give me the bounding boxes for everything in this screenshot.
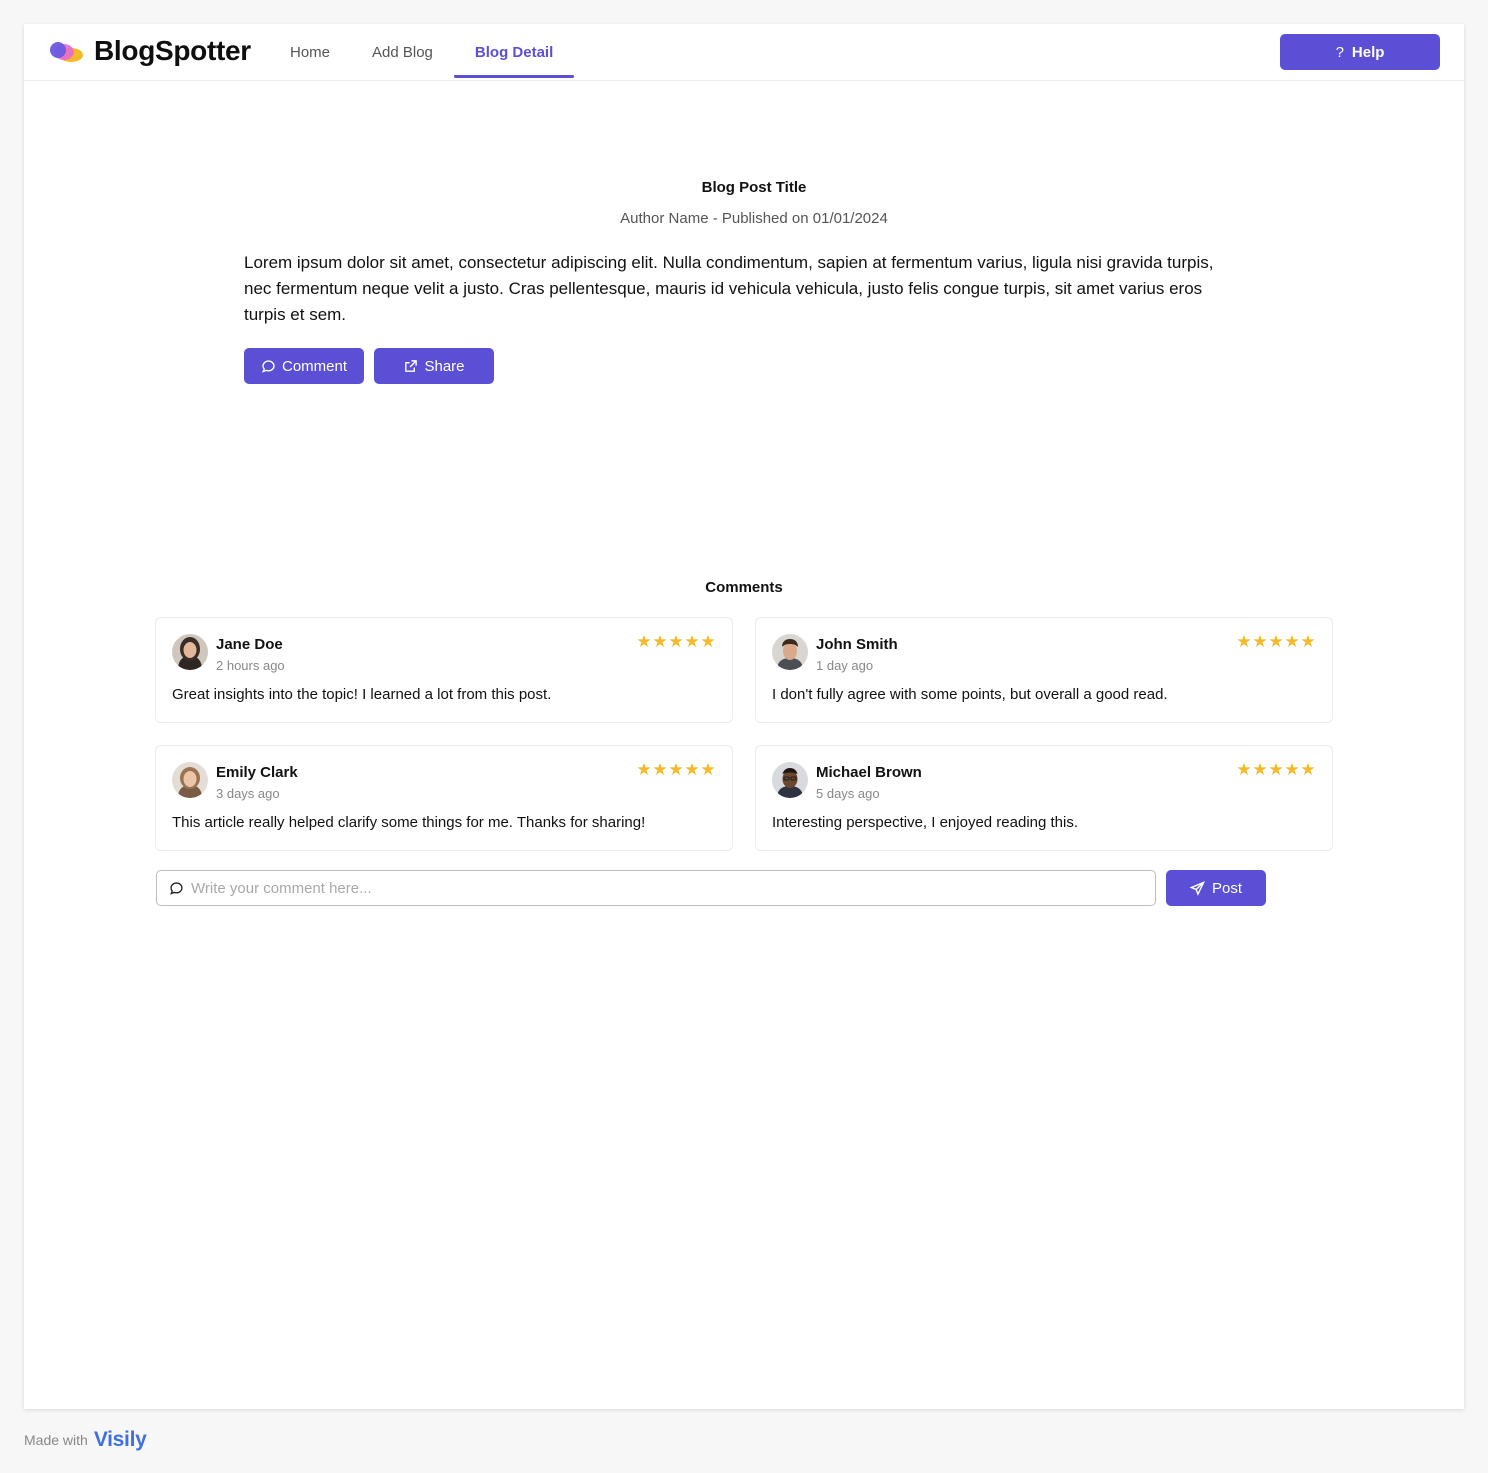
star-icon: ★ bbox=[1252, 760, 1268, 779]
comment-time: 1 day ago bbox=[816, 658, 874, 673]
comment-bubble-icon bbox=[262, 359, 275, 373]
star-icon: ★ bbox=[700, 760, 716, 779]
brand-logo-icon bbox=[50, 42, 83, 62]
comment-composer bbox=[156, 870, 1156, 906]
comment-card: Emily Clark 3 days ago ★ ★ ★ ★ ★ This articl… bbox=[155, 745, 733, 851]
star-icon: ★ bbox=[668, 632, 684, 651]
star-icon: ★ bbox=[636, 632, 652, 651]
star-icon: ★ bbox=[684, 760, 700, 779]
comment-time: 3 days ago bbox=[216, 786, 280, 801]
tab-blog-detail[interactable]: Blog Detail bbox=[453, 24, 575, 81]
post-button-label: Post bbox=[1211, 879, 1242, 897]
star-icon: ★ bbox=[1300, 632, 1316, 651]
post-meta: Author Name - Published on 01/01/2024 bbox=[620, 210, 888, 227]
comment-author: Emily Clark bbox=[216, 764, 298, 781]
star-icon: ★ bbox=[652, 632, 668, 651]
rating-stars: ★ ★ ★ ★ ★ bbox=[1236, 761, 1316, 779]
star-icon: ★ bbox=[1300, 760, 1316, 779]
comment-author: Jane Doe bbox=[216, 636, 283, 653]
comment-input[interactable] bbox=[191, 871, 1141, 905]
top-navigation-bar: BlogSpotter Home Add Blog Blog Detail ? … bbox=[24, 24, 1464, 81]
rating-stars: ★ ★ ★ ★ ★ bbox=[1236, 633, 1316, 651]
comment-button-label: Comment bbox=[281, 357, 348, 375]
star-icon: ★ bbox=[1268, 760, 1284, 779]
tab-add-blog[interactable]: Add Blog bbox=[351, 24, 454, 81]
avatar bbox=[772, 762, 808, 798]
comment-card: Jane Doe 2 hours ago ★ ★ ★ ★ ★ Great insight… bbox=[155, 617, 733, 723]
comment-text: Interesting perspective, I enjoyed readi… bbox=[772, 814, 1079, 831]
star-icon: ★ bbox=[1284, 632, 1300, 651]
comments-heading: Comments bbox=[705, 579, 783, 596]
star-icon: ★ bbox=[1236, 632, 1252, 651]
tab-home[interactable]: Home bbox=[269, 24, 351, 81]
post-body: Lorem ipsum dolor sit amet, consectetur … bbox=[244, 253, 1214, 324]
post-title: Blog Post Title bbox=[701, 179, 807, 196]
comment-time: 2 hours ago bbox=[216, 658, 285, 673]
comment-time: 5 days ago bbox=[816, 786, 880, 801]
comment-card: Michael Brown 5 days ago ★ ★ ★ ★ ★ Interesti… bbox=[755, 745, 1333, 851]
brand-name[interactable]: BlogSpotter bbox=[94, 35, 251, 67]
share-button-label: Share bbox=[424, 357, 465, 375]
made-with-label: Made with bbox=[24, 1432, 88, 1448]
made-with-badge[interactable]: Made with Visily bbox=[24, 1428, 147, 1452]
comment-author: Michael Brown bbox=[816, 764, 922, 781]
star-icon: ★ bbox=[1284, 760, 1300, 779]
post-comment-button[interactable]: Post bbox=[1166, 870, 1266, 906]
star-icon: ★ bbox=[1252, 632, 1268, 651]
comment-button[interactable]: Comment bbox=[244, 348, 364, 384]
star-icon: ★ bbox=[1236, 760, 1252, 779]
share-button[interactable]: Share bbox=[374, 348, 494, 384]
star-icon: ★ bbox=[668, 760, 684, 779]
share-icon bbox=[405, 359, 418, 372]
rating-stars: ★ ★ ★ ★ ★ bbox=[636, 633, 716, 651]
post-actions: Comment Share bbox=[244, 348, 494, 384]
question-icon: ? bbox=[1335, 43, 1344, 61]
avatar bbox=[172, 634, 208, 670]
comment-author: John Smith bbox=[816, 636, 898, 653]
avatar bbox=[172, 762, 208, 798]
app-frame: BlogSpotter Home Add Blog Blog Detail ? … bbox=[24, 24, 1464, 1409]
help-label: Help bbox=[1351, 43, 1385, 61]
send-icon bbox=[1189, 880, 1205, 896]
star-icon: ★ bbox=[652, 760, 668, 779]
comment-card: John Smith 1 day ago ★ ★ ★ ★ ★ I don't fully… bbox=[755, 617, 1333, 723]
comment-text: I don't fully agree with some points, bu… bbox=[772, 686, 1168, 703]
comment-bubble-icon bbox=[170, 882, 183, 895]
star-icon: ★ bbox=[684, 632, 700, 651]
comment-text: This article really helped clarify some … bbox=[172, 814, 646, 831]
visily-logo: Visily bbox=[93, 1428, 147, 1451]
rating-stars: ★ ★ ★ ★ ★ bbox=[636, 761, 716, 779]
star-icon: ★ bbox=[1268, 632, 1284, 651]
main-nav: Home Add Blog Blog Detail bbox=[269, 24, 575, 81]
avatar bbox=[772, 634, 808, 670]
help-button[interactable]: ? Help bbox=[1280, 34, 1440, 70]
comment-text: Great insights into the topic! I learned… bbox=[172, 686, 552, 703]
star-icon: ★ bbox=[636, 760, 652, 779]
star-icon: ★ bbox=[700, 632, 716, 651]
